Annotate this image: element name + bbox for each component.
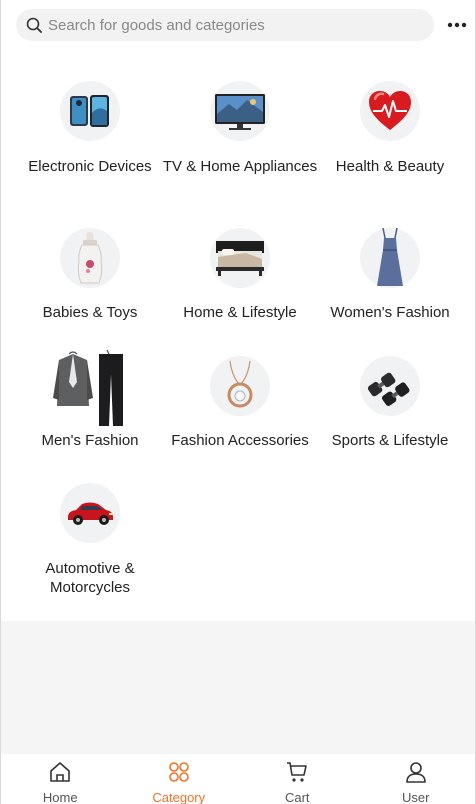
more-dots-icon[interactable]	[445, 14, 469, 36]
category-label: Health & Beauty	[335, 158, 445, 175]
category-mens-fashion[interactable]: Men's Fashion	[11, 346, 169, 456]
tab-user[interactable]: User	[357, 754, 476, 804]
suit-icon	[49, 346, 133, 430]
cart-icon	[287, 762, 308, 782]
necklace-icon	[210, 356, 270, 416]
search-input[interactable]	[48, 16, 428, 34]
app-screen: Electronic Devices TV & Home Appliances	[0, 0, 476, 804]
category-automotive-motorcycles[interactable]: Automotive & Motorcycles	[11, 483, 169, 603]
heart-icon	[360, 81, 420, 141]
tab-category[interactable]: Category	[120, 754, 239, 804]
dumbbell-icon	[360, 356, 420, 416]
tab-label: Cart	[284, 790, 310, 804]
user-icon	[405, 762, 426, 783]
category-label: Electronic Devices	[28, 158, 152, 175]
category-label: Men's Fashion	[41, 432, 139, 449]
dress-icon	[360, 228, 420, 288]
search-header	[1, 0, 475, 50]
home-icon	[50, 762, 71, 782]
category-grid: Electronic Devices TV & Home Appliances	[1, 50, 475, 621]
bed-icon	[210, 228, 270, 288]
tab-home[interactable]: Home	[1, 754, 120, 804]
car-icon	[60, 483, 120, 543]
category-label: Home & Lifestyle	[183, 304, 297, 321]
baby-bottle-icon	[60, 228, 120, 288]
category-womens-fashion[interactable]: Women's Fashion	[311, 228, 469, 328]
category-icon	[168, 762, 189, 782]
tab-cart[interactable]: Cart	[238, 754, 357, 804]
category-label: Automotive & Motorcycles	[45, 560, 135, 596]
category-health-beauty[interactable]: Health & Beauty	[311, 81, 469, 181]
category-label: TV & Home Appliances	[162, 158, 318, 175]
tab-label: User	[402, 790, 430, 804]
tab-label: Home	[42, 790, 78, 804]
category-label: Women's Fashion	[330, 304, 450, 321]
category-label: Sports & Lifestyle	[331, 432, 449, 449]
category-label: Fashion Accessories	[171, 432, 309, 449]
category-label: Babies & Toys	[42, 304, 138, 321]
category-fashion-accessories[interactable]: Fashion Accessories	[161, 356, 319, 456]
category-sports-lifestyle[interactable]: Sports & Lifestyle	[311, 356, 469, 456]
monitor-icon	[210, 81, 270, 141]
category-tv-home-appliances[interactable]: TV & Home Appliances	[161, 81, 319, 201]
tab-label: Category	[152, 790, 206, 804]
category-home-lifestyle[interactable]: Home & Lifestyle	[161, 228, 319, 328]
smartphone-icon	[60, 81, 120, 141]
category-babies-toys[interactable]: Babies & Toys	[11, 228, 169, 328]
search-icon	[26, 17, 42, 33]
bottom-tab-bar: Home Category Cart User	[1, 754, 475, 804]
search-bar[interactable]	[16, 9, 434, 41]
category-electronic-devices[interactable]: Electronic Devices	[11, 81, 169, 181]
